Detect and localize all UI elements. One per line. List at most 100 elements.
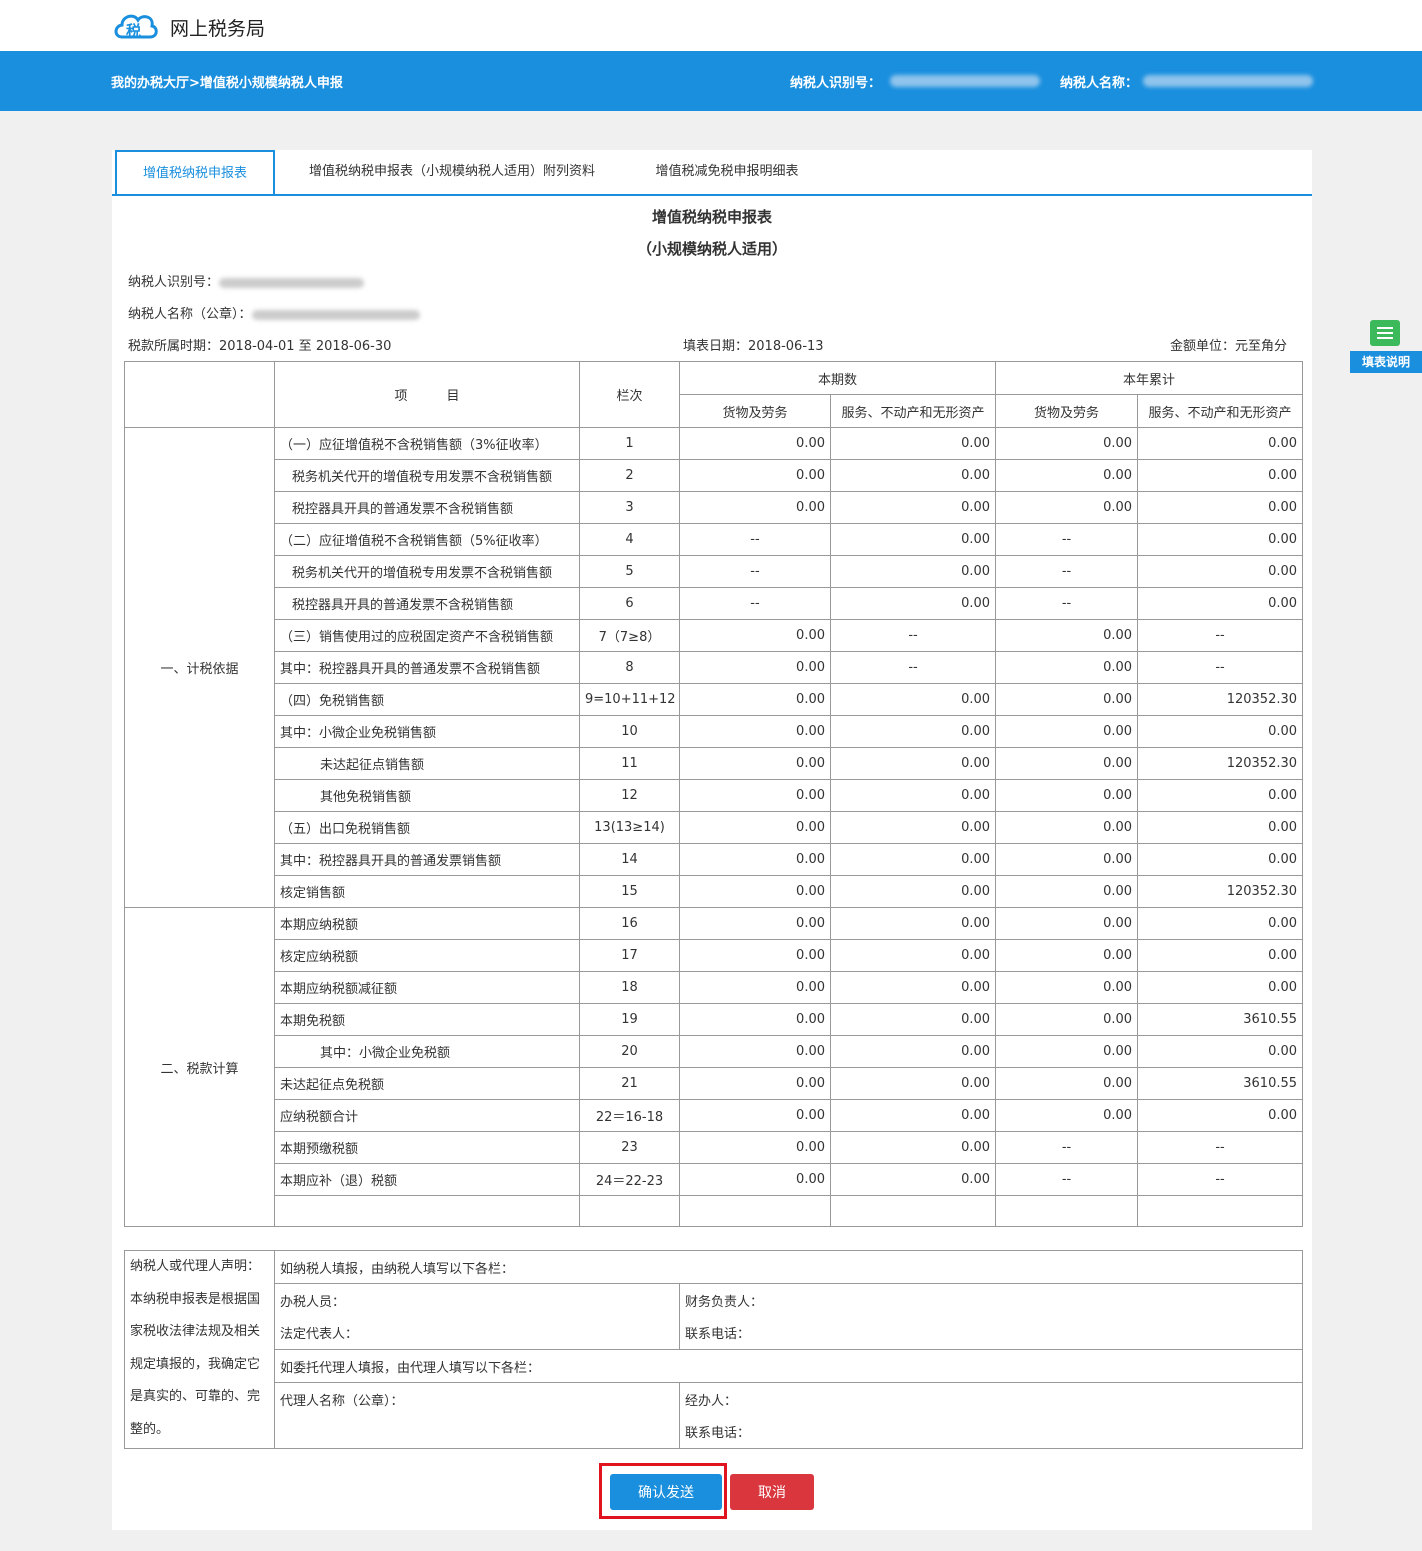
tax-cloud-logo-icon[interactable]: 税 (112, 7, 160, 43)
row-item-label: 税务机关代开的增值税专用发票不含税销售额 (274, 459, 580, 492)
row-line-number: 12 (579, 779, 680, 812)
form-taxpayer-name: 纳税人名称（公章）： (128, 303, 420, 322)
handler-label: 办税人员： (274, 1283, 680, 1317)
amount-cell: 0.00 (829, 971, 997, 1004)
table-row: 税控器具开具的普通发票不含税销售额 3 0.00 0.00 0.00 0.00 (125, 491, 1304, 524)
row-line-number: 2 (579, 459, 680, 492)
amount-cell: 0.00 (995, 907, 1139, 940)
legal-rep-label: 法定代表人： (274, 1316, 680, 1350)
tax-period: 税款所属时期：2018-04-01 至 2018-06-30 (128, 339, 392, 354)
header-item: 项 目 (274, 361, 580, 428)
amount-cell: -- (679, 555, 831, 588)
amount-cell: -- (1137, 1163, 1304, 1196)
row-item-label: （五）出口免税销售额 (274, 811, 580, 844)
cancel-button[interactable]: 取消 (730, 1474, 814, 1510)
amount-cell: 0.00 (995, 779, 1139, 812)
amount-cell: 0.00 (829, 811, 997, 844)
row-item-label: （一）应征增值税不含税销售额（3%征收率） (274, 427, 580, 460)
amount-cell: 0.00 (829, 1131, 997, 1164)
amount-cell: 0.00 (829, 1163, 997, 1196)
amount-cell: 0.00 (679, 651, 831, 684)
vat-return-table: 项 目栏次 本期数 本年累计 货物及劳务 服务、不动产和无形资产 货物及劳务 服务、不动产和… (124, 361, 1304, 1227)
amount-cell: 0.00 (995, 651, 1139, 684)
header-goods: 货物及劳务 (679, 394, 831, 428)
row-item-label: 未达起征点免税额 (274, 1067, 580, 1100)
row-item-label: 本期应纳税额减征额 (274, 971, 580, 1004)
row-line-number: 5 (579, 555, 680, 588)
row-line-number: 23 (579, 1131, 680, 1164)
fill-instructions-widget[interactable]: 填表说明 (1350, 318, 1422, 376)
amount-cell: 0.00 (995, 427, 1139, 460)
row-item-label: 税控器具开具的普通发票不含税销售额 (274, 587, 580, 620)
amount-cell: -- (995, 555, 1139, 588)
amount-cell: 0.00 (1137, 587, 1304, 620)
amount-cell: 120352.30 (1137, 875, 1304, 908)
taxpayer-name-label: 纳税人名称： (1060, 76, 1139, 91)
row-line-number: 4 (579, 523, 680, 556)
agent-fill-note: 如委托代理人填报，由代理人填写以下各栏： (273, 1349, 1304, 1383)
amount-cell: 0.00 (1137, 843, 1304, 876)
table-row: 二、税款计算 本期应纳税额 16 0.00 0.00 0.00 0.00 (124, 907, 1304, 1227)
row-line-number: 10 (579, 715, 680, 748)
amount-cell: -- (1137, 651, 1304, 684)
row-line-number: 1 (579, 427, 680, 460)
amount-cell: 0.00 (829, 1067, 997, 1100)
amount-cell: 0.00 (995, 1067, 1139, 1100)
table-row: 一、计税依据 （一）应征增值税不含税销售额（3%征收率） 1 0.00 0.00 0.00… (124, 427, 1304, 908)
amount-cell: 0.00 (679, 427, 831, 460)
amount-cell: 0.00 (679, 811, 831, 844)
form-subtitle: （小规模纳税人适用） (636, 240, 787, 258)
operator-label: 经办人： (679, 1382, 1304, 1416)
header-goods: 货物及劳务 (995, 394, 1139, 428)
amount-cell: 0.00 (1137, 907, 1304, 940)
row-line-number: 14 (579, 843, 680, 876)
row-line-number: 15 (579, 875, 680, 908)
row-line-number: 16 (579, 907, 680, 940)
amount-cell: 0.00 (995, 459, 1139, 492)
row-line-number: 17 (579, 939, 680, 972)
amount-cell: 0.00 (679, 1099, 831, 1132)
header-services: 服务、不动产和无形资产 (1137, 394, 1304, 428)
form-taxpayer-id-redacted (219, 277, 365, 288)
row-line-number: 6 (579, 587, 680, 620)
table-row: 其中：小微企业免税额 20 0.00 0.00 0.00 0.00 (125, 1035, 1304, 1068)
row-item-label: 其中：税控器具开具的普通发票不含税销售额 (274, 651, 580, 684)
amount-cell: 0.00 (679, 843, 831, 876)
amount-cell: 0.00 (679, 459, 831, 492)
amount-cell: 0.00 (679, 1035, 831, 1068)
amount-unit: 金额单位：元至角分 (1170, 339, 1288, 354)
empty-cell (274, 1195, 580, 1227)
top-bar: 税 网上税务局 (0, 0, 1422, 51)
agent-name-label: 代理人名称（公章）： (274, 1382, 680, 1416)
tab-vat-return[interactable]: 增值税纳税申报表 (115, 150, 275, 194)
amount-cell: 0.00 (1137, 811, 1304, 844)
confirm-send-button[interactable]: 确认发送 (610, 1474, 722, 1510)
amount-cell: 0.00 (829, 843, 997, 876)
amount-cell: 0.00 (1137, 939, 1304, 972)
fill-date: 填表日期：2018-06-13 (683, 339, 824, 354)
amount-cell: 0.00 (995, 683, 1139, 716)
table-row: 核定应纳税额 17 0.00 0.00 0.00 0.00 (125, 939, 1304, 972)
table-row: （三）销售使用过的应税固定资产不含税销售额 7（7≥8） 0.00 -- 0.00 -- (125, 619, 1304, 652)
row-line-number: 19 (579, 1003, 680, 1036)
amount-cell: 0.00 (679, 1003, 831, 1036)
tab-vat-attachment[interactable]: 增值税纳税申报表（小规模纳税人适用）附列资料 (282, 150, 622, 194)
empty-cell (1137, 1195, 1304, 1227)
amount-cell: 0.00 (829, 939, 997, 972)
amount-cell: 0.00 (829, 1003, 997, 1036)
amount-cell: 0.00 (1137, 555, 1304, 588)
table-row: 其中：税控器具开具的普通发票不含税销售额 8 0.00 -- 0.00 -- (125, 651, 1304, 684)
fill-instructions-label: 填表说明 (1350, 351, 1422, 373)
amount-cell: 0.00 (829, 459, 997, 492)
breadcrumb[interactable]: 我的办税大厅>增值税小规模纳税人申报 (111, 72, 343, 91)
table-row: 本期免税额 19 0.00 0.00 0.00 3610.55 (125, 1003, 1304, 1036)
header-year-to-date: 本年累计 (995, 361, 1304, 395)
table-row: 其中：小微企业免税销售额 10 0.00 0.00 0.00 0.00 (125, 715, 1304, 748)
tab-tax-relief-detail[interactable]: 增值税减免税申报明细表 (632, 150, 822, 194)
amount-cell: 0.00 (1137, 523, 1304, 556)
row-item-label: 应纳税额合计 (274, 1099, 580, 1132)
form-taxpayer-name-redacted (251, 309, 420, 320)
section-tax-basis: 一、计税依据 (124, 427, 275, 908)
empty-cell (829, 1195, 997, 1227)
declaration-statement: 纳税人或代理人声明：本纳税申报表是根据国家税收法律法规及相关规定填报的，我确定它… (124, 1250, 275, 1449)
